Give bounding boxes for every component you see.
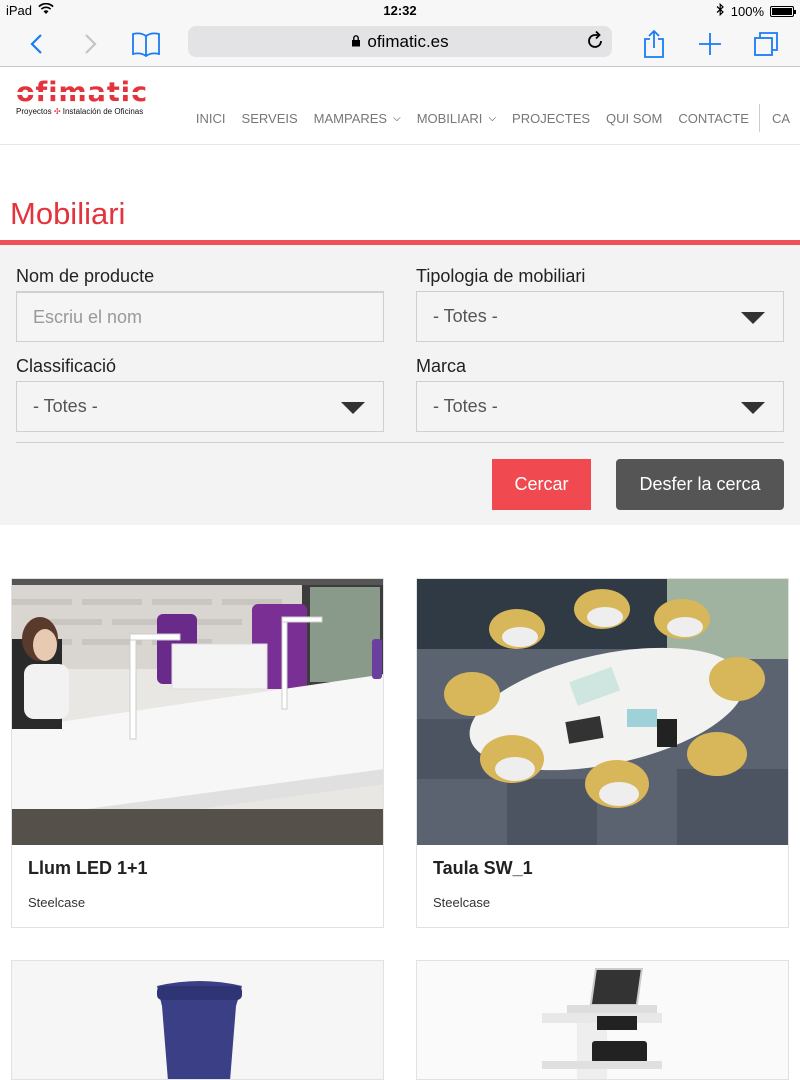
- nav-item-contacte[interactable]: CONTACTE: [670, 111, 757, 126]
- status-right: 100%: [716, 2, 796, 19]
- tabs-icon[interactable]: [750, 28, 782, 60]
- url-text: ofimatic.es: [367, 31, 449, 51]
- dropdown-arrow-icon: [741, 312, 765, 324]
- product-image[interactable]: [417, 579, 788, 845]
- nav-item-serveis[interactable]: SERVEIS: [234, 111, 306, 126]
- nav-item-projectes[interactable]: PROJECTES: [504, 111, 598, 126]
- address-bar[interactable]: ofimatic.es: [188, 26, 612, 57]
- product-name[interactable]: Taula SW_1: [433, 858, 533, 879]
- page-title: Mobiliari: [10, 196, 126, 231]
- chevron-down-icon: ⌵: [488, 112, 497, 124]
- reload-icon[interactable]: [586, 30, 604, 55]
- search-button[interactable]: Cercar: [492, 459, 591, 510]
- reset-search-button[interactable]: Desfer la cerca: [616, 459, 784, 510]
- site-logo[interactable]: ofimatic Proyectos ✣ Instalación de Ofic…: [16, 77, 149, 116]
- bookmarks-icon[interactable]: [130, 28, 162, 60]
- product-name[interactable]: Llum LED 1+1: [28, 858, 148, 879]
- classification-label: Classificació: [16, 356, 117, 376]
- bluetooth-icon: [716, 2, 725, 19]
- product-card[interactable]: [416, 960, 789, 1080]
- main-nav: INICI SERVEIS MAMPARES ⌵ MOBILIARI ⌵ PROJE…: [188, 104, 800, 132]
- type-label: Tipologia de mobiliari: [416, 266, 586, 286]
- battery-percent: 100%: [730, 3, 764, 19]
- product-brand: Steelcase: [433, 895, 491, 910]
- browser-toolbar: ofimatic.es: [0, 22, 800, 67]
- brand-label: Marca: [416, 356, 467, 376]
- product-image[interactable]: [12, 579, 383, 845]
- back-icon[interactable]: [20, 28, 52, 60]
- nav-item-mampares[interactable]: MAMPARES ⌵: [306, 111, 409, 126]
- share-icon[interactable]: [638, 28, 670, 60]
- filter-panel: Nom de producte Escriu el nom Tipologia …: [0, 245, 800, 525]
- new-tab-icon[interactable]: [694, 28, 726, 60]
- logo-tagline: Proyectos ✣ Instalación de Oficinas: [16, 107, 144, 116]
- product-brand: Steelcase: [28, 895, 86, 910]
- chevron-down-icon: ⌵: [393, 112, 401, 124]
- nav-item-qui-som[interactable]: QUI SOM: [598, 111, 670, 126]
- clock: 12:32: [383, 3, 417, 18]
- status-bar: iPad 12:32 100%: [0, 0, 800, 22]
- nav-divider: [758, 104, 760, 132]
- filter-divider: [16, 442, 784, 443]
- type-select[interactable]: - Totes -: [416, 291, 784, 342]
- nav-item-mobiliari[interactable]: MOBILIARI ⌵: [409, 111, 504, 126]
- forward-icon[interactable]: [75, 28, 107, 60]
- product-card[interactable]: Taula SW_1 Steelcase: [416, 578, 789, 928]
- battery-icon: [770, 5, 796, 17]
- classification-select[interactable]: - Totes -: [16, 381, 384, 432]
- lock-icon: [351, 32, 361, 52]
- logo-wordmark: ofimatic: [16, 77, 149, 108]
- dropdown-arrow-icon: [341, 402, 365, 414]
- product-image[interactable]: [417, 961, 788, 1079]
- product-name-label: Nom de producte: [16, 266, 155, 286]
- product-name-input[interactable]: Escriu el nom: [16, 291, 384, 342]
- product-image[interactable]: [12, 961, 383, 1079]
- product-card[interactable]: [11, 960, 384, 1080]
- product-card[interactable]: Llum LED 1+1 Steelcase: [11, 578, 384, 928]
- dropdown-arrow-icon: [741, 402, 765, 414]
- brand-select[interactable]: - Totes -: [416, 381, 784, 432]
- site-header: ofimatic Proyectos ✣ Instalación de Ofic…: [0, 67, 800, 145]
- language-switch[interactable]: CA: [764, 111, 800, 126]
- nav-item-inici[interactable]: INICI: [188, 111, 234, 126]
